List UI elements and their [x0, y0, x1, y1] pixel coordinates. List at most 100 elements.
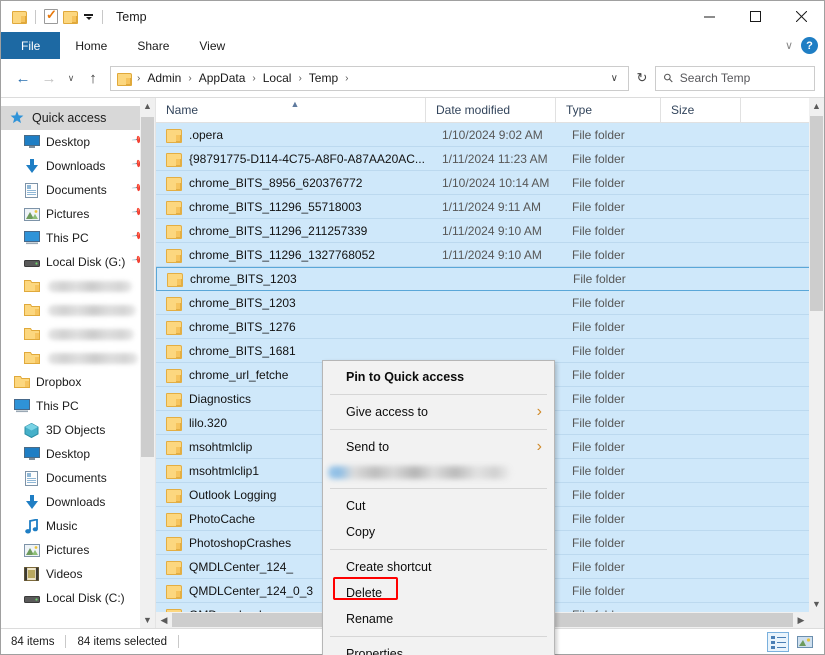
sidebar-item-3d-objects[interactable]: 3D Objects — [1, 418, 155, 442]
sidebar-item-videos[interactable]: Videos — [1, 562, 155, 586]
table-row[interactable]: chrome_BITS_1203 File folder — [156, 267, 824, 291]
sidebar-item-local-disk-g[interactable]: Local Disk (G:) 📌 — [1, 250, 155, 274]
sidebar-item-blurred-8[interactable] — [1, 298, 155, 322]
maximize-button[interactable] — [732, 1, 778, 32]
sidebar-item-local-disk-c[interactable]: Local Disk (C:) — [1, 586, 155, 610]
table-row[interactable]: chrome_BITS_11296_1327768052 1/11/2024 9:… — [156, 243, 824, 267]
table-row[interactable]: .opera 1/10/2024 9:02 AM File folder — [156, 123, 824, 147]
nav-scroll-up-icon[interactable]: ▲ — [140, 98, 155, 114]
sidebar-item-blurred-10[interactable] — [1, 346, 155, 370]
breadcrumb-local[interactable]: Local — [261, 71, 294, 85]
sidebar-item-music[interactable]: Music — [1, 514, 155, 538]
disk-icon — [23, 590, 40, 606]
details-view-button[interactable] — [767, 632, 789, 652]
chevron-down-icon[interactable]: ∨ — [785, 39, 793, 52]
folder-icon[interactable] — [12, 10, 27, 24]
sidebar-item-this-pc[interactable]: This PC 📌 — [1, 226, 155, 250]
search-input[interactable]: Search Temp — [680, 71, 750, 85]
sidebar-item-desktop[interactable]: Desktop 📌 — [1, 130, 155, 154]
table-row[interactable]: chrome_BITS_11296_211257339 1/11/2024 9:1… — [156, 219, 824, 243]
context-menu-item-send-to[interactable]: Send to › — [323, 434, 554, 460]
back-button[interactable]: ← — [10, 65, 36, 91]
sidebar-item-pictures[interactable]: Pictures — [1, 538, 155, 562]
nav-scroll-thumb[interactable] — [141, 117, 154, 457]
properties-icon[interactable] — [44, 7, 58, 24]
context-menu-item-delete[interactable]: Delete — [323, 577, 554, 606]
file-list-vertical-scrollbar[interactable]: ▲ ▼ — [809, 98, 824, 612]
sidebar-item-this-pc[interactable]: This PC — [1, 394, 155, 418]
sidebar-item-downloads[interactable]: Downloads 📌 — [1, 154, 155, 178]
sidebar-item-blurred-7[interactable] — [1, 274, 155, 298]
context-menu-item-redacted[interactable] — [323, 460, 554, 484]
context-menu-item-cut[interactable]: Cut — [323, 493, 554, 519]
recent-locations-button[interactable]: ∨ — [62, 65, 80, 91]
breadcrumb-appdata[interactable]: AppData — [197, 71, 248, 85]
tab-file[interactable]: File — [1, 32, 61, 59]
breadcrumb-admin[interactable]: Admin — [145, 71, 183, 85]
file-scroll-down-icon[interactable]: ▼ — [809, 596, 824, 612]
breadcrumb-temp[interactable]: Temp — [307, 71, 340, 85]
sidebar-item-downloads[interactable]: Downloads — [1, 490, 155, 514]
sidebar-item-documents[interactable]: Documents — [1, 466, 155, 490]
help-button[interactable]: ? — [801, 37, 818, 54]
tab-view[interactable]: View — [184, 32, 240, 59]
folder-icon — [23, 350, 40, 366]
folder-icon — [166, 368, 182, 383]
tab-home[interactable]: Home — [60, 32, 122, 59]
table-row[interactable]: chrome_BITS_8956_620376772 1/10/2024 10:1… — [156, 171, 824, 195]
forward-button[interactable]: → — [36, 65, 62, 91]
context-menu-item-copy[interactable]: Copy — [323, 519, 554, 545]
context-menu-item-give-access-to[interactable]: Give access to › — [323, 399, 554, 425]
file-type: File folder — [572, 127, 625, 142]
column-header-date[interactable]: Date modified — [426, 98, 556, 122]
search-box[interactable]: ⚲ Search Temp — [655, 65, 815, 91]
sidebar-item-quick-access[interactable]: Quick access — [1, 106, 155, 130]
file-name: chrome_BITS_1203 — [190, 272, 297, 286]
context-menu-item-pin-to-quick-access[interactable]: Pin to Quick access — [323, 364, 554, 390]
large-icons-view-button[interactable] — [794, 632, 816, 652]
tab-share[interactable]: Share — [122, 32, 184, 59]
context-menu[interactable]: Pin to Quick access Give access to › Send t… — [322, 360, 555, 655]
hscroll-right-icon[interactable]: ▶ — [793, 615, 809, 626]
context-menu-item-properties[interactable]: Properties — [323, 641, 554, 655]
sidebar-item-pictures[interactable]: Pictures 📌 — [1, 202, 155, 226]
qat-divider-2 — [102, 9, 103, 24]
refresh-button[interactable]: ↻ — [629, 66, 655, 91]
column-header-name[interactable]: Name ▲ — [156, 98, 426, 122]
breadcrumb-dropdown-icon[interactable]: ∨ — [605, 73, 624, 84]
minimize-button[interactable] — [686, 1, 732, 32]
navigation-scrollbar[interactable]: ▲ ▼ — [140, 98, 155, 628]
file-scroll-up-icon[interactable]: ▲ — [809, 98, 824, 114]
folder-icon — [166, 320, 182, 335]
context-menu-item-label: Pin to Quick access — [346, 370, 465, 384]
table-row[interactable]: {98791775-D114-4C75-A8F0-A87AA20AC... 1/1… — [156, 147, 824, 171]
up-button[interactable]: ↑ — [80, 65, 106, 91]
crumb-sep-1[interactable]: › — [183, 73, 196, 84]
table-row[interactable]: chrome_BITS_1276 File folder — [156, 315, 824, 339]
hscroll-left-icon[interactable]: ◀ — [156, 615, 172, 626]
context-menu-item-rename[interactable]: Rename — [323, 606, 554, 632]
breadcrumb[interactable]: › Admin › AppData › Local › Temp › ∨ — [110, 65, 629, 91]
file-scroll-thumb[interactable] — [810, 116, 823, 311]
close-button[interactable] — [778, 1, 824, 32]
sidebar-item-blurred-9[interactable] — [1, 322, 155, 346]
context-menu-item-create-shortcut[interactable]: Create shortcut — [323, 554, 554, 580]
column-header-size[interactable]: Size — [661, 98, 741, 122]
crumb-sep-0: › — [137, 72, 141, 84]
nav-scroll-down-icon[interactable]: ▼ — [140, 612, 155, 628]
sidebar-item-desktop[interactable]: Desktop — [1, 442, 155, 466]
status-divider — [65, 635, 67, 648]
column-header-type[interactable]: Type — [556, 98, 661, 122]
download-icon — [23, 494, 40, 510]
table-row[interactable]: chrome_BITS_11296_55718003 1/11/2024 9:11… — [156, 195, 824, 219]
context-menu-item-label: Create shortcut — [346, 560, 432, 574]
table-row[interactable]: chrome_BITS_1203 File folder — [156, 291, 824, 315]
crumb-sep-2[interactable]: › — [247, 73, 260, 84]
crumb-sep-3[interactable]: › — [293, 73, 306, 84]
customize-qat-dropdown-icon[interactable] — [83, 11, 94, 22]
new-folder-icon[interactable] — [63, 10, 78, 24]
sidebar-item-documents[interactable]: Documents 📌 — [1, 178, 155, 202]
crumb-sep-4[interactable]: › — [340, 73, 353, 84]
sidebar-item-label: Local Disk (G:) — [46, 255, 126, 269]
sidebar-item-dropbox[interactable]: Dropbox — [1, 370, 155, 394]
